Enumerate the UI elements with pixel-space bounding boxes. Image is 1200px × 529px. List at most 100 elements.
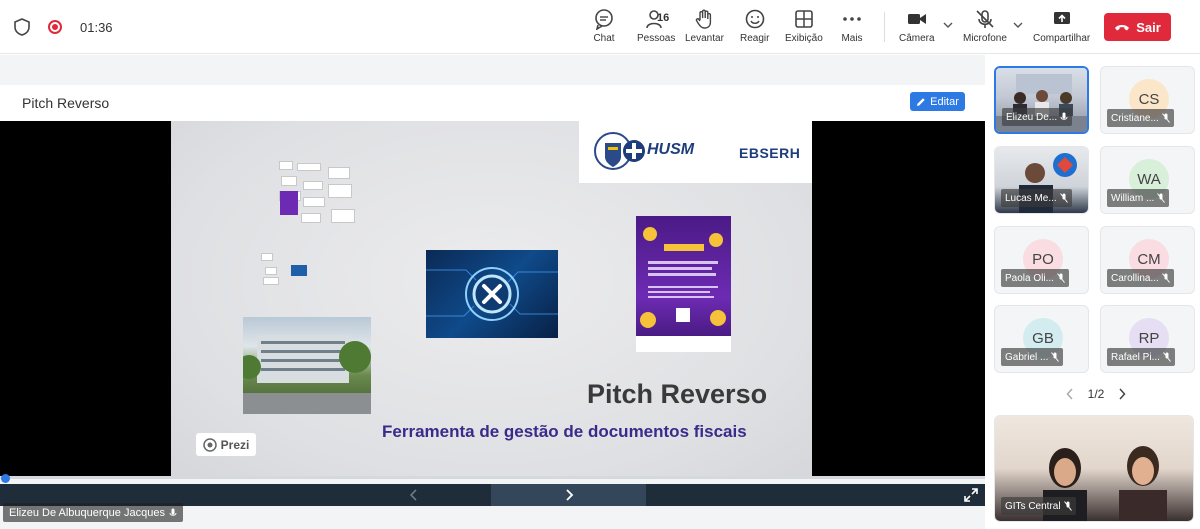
microphone-muted-icon bbox=[1059, 193, 1068, 203]
overview-thumbnail bbox=[301, 213, 321, 223]
overview-thumbnail bbox=[261, 253, 273, 261]
toolbar-divider bbox=[884, 12, 885, 42]
chevron-right-icon bbox=[565, 489, 573, 501]
prezi-badge[interactable]: Prezi bbox=[196, 433, 256, 456]
participant-name-tag: Lucas Me... bbox=[1001, 189, 1072, 207]
microphone-label: Microfone bbox=[963, 33, 1007, 44]
event-poster-image bbox=[636, 216, 731, 352]
chat-button[interactable]: Chat bbox=[593, 8, 615, 44]
participant-name: Lucas Me... bbox=[1005, 192, 1057, 204]
share-label: Compartilhar bbox=[1033, 33, 1091, 44]
participant-name-tag: Rafael Pi... bbox=[1107, 348, 1175, 366]
participant-name-tag: Cristiane... bbox=[1107, 109, 1174, 127]
camera-icon bbox=[907, 14, 926, 24]
edit-button[interactable]: Editar bbox=[910, 92, 965, 111]
participant-name: Carollina... bbox=[1111, 272, 1159, 284]
participant-name: Cristiane... bbox=[1111, 112, 1159, 124]
participant-name: William ... bbox=[1111, 192, 1155, 204]
prezi-slide[interactable]: HUSM EBSERH Pitch Reverso Ferramenta de … bbox=[171, 121, 812, 476]
react-button[interactable]: Reagir bbox=[740, 8, 769, 44]
more-button[interactable]: Mais bbox=[841, 8, 863, 44]
view-button[interactable]: Exibição bbox=[785, 8, 823, 44]
meeting-timer: 01:36 bbox=[80, 19, 113, 35]
react-label: Reagir bbox=[740, 33, 770, 44]
edit-label: Editar bbox=[930, 95, 959, 108]
overview-thumbnail bbox=[328, 184, 352, 198]
active-speaker-name: Elizeu De Albuquerque Jacques bbox=[9, 506, 165, 519]
people-count-badge: 16 bbox=[657, 12, 670, 24]
camera-button[interactable]: Câmera bbox=[899, 8, 935, 44]
share-button[interactable]: Compartilhar bbox=[1033, 8, 1090, 44]
overview-thumbnail bbox=[303, 197, 325, 207]
hospital-building-image bbox=[237, 317, 371, 414]
participant-tile[interactable]: WA William ... bbox=[1100, 146, 1195, 214]
leave-button[interactable]: Sair bbox=[1104, 13, 1171, 41]
overview-thumbnail bbox=[303, 181, 323, 190]
participant-tile[interactable]: RP Rafael Pi... bbox=[1100, 305, 1195, 373]
participant-tile[interactable]: PO Paola Oli... bbox=[994, 226, 1089, 294]
more-dots-icon bbox=[843, 17, 861, 21]
participant-tile[interactable]: Elizeu De... bbox=[994, 66, 1089, 134]
people-label: Pessoas bbox=[637, 33, 676, 44]
participant-tile[interactable]: CM Carollina... bbox=[1100, 226, 1195, 294]
participant-tile[interactable]: Lucas Me... bbox=[994, 146, 1089, 214]
participant-name: Elizeu De... bbox=[1006, 111, 1058, 123]
active-speaker-tag: Elizeu De Albuquerque Jacques bbox=[3, 503, 183, 522]
toolbar-left: 01:36 bbox=[14, 0, 113, 54]
raise-hand-button[interactable]: Levantar bbox=[685, 8, 724, 44]
participant-name: Rafael Pi... bbox=[1111, 351, 1160, 363]
participant-name: Gabriel ... bbox=[1005, 351, 1049, 363]
self-video-tile[interactable]: GITs Central bbox=[994, 415, 1194, 522]
overview-thumbnail bbox=[281, 176, 297, 186]
view-label: Exibição bbox=[785, 33, 823, 44]
slide-subtitle: Ferramenta de gestão de documentos fisca… bbox=[382, 422, 747, 441]
participant-tile[interactable]: CS Cristiane... bbox=[1100, 66, 1195, 134]
chat-icon bbox=[595, 9, 613, 30]
presentation-progress-track[interactable] bbox=[0, 476, 985, 479]
microphone-muted-icon bbox=[1157, 193, 1166, 203]
shield-icon[interactable] bbox=[14, 18, 30, 36]
chevron-right-icon[interactable] bbox=[1118, 388, 1126, 400]
previous-step-button[interactable] bbox=[336, 484, 491, 506]
participant-name-tag: Carollina... bbox=[1107, 269, 1174, 287]
prezi-label: Prezi bbox=[220, 437, 250, 452]
people-button[interactable]: 16 Pessoas bbox=[637, 8, 675, 44]
meeting-toolbar: 01:36 Chat 16 Pessoas Levantar Reagir Ex… bbox=[0, 0, 1200, 54]
hand-icon bbox=[696, 9, 712, 29]
camera-label: Câmera bbox=[899, 33, 935, 44]
microphone-muted-icon bbox=[1063, 501, 1072, 511]
overview-thumbnail bbox=[265, 267, 277, 275]
share-screen-icon bbox=[1053, 12, 1070, 24]
presentation-header: Pitch Reverso Editar bbox=[0, 85, 985, 121]
chevron-left-icon[interactable] bbox=[1066, 388, 1074, 400]
participants-pager: 1/2 bbox=[1066, 386, 1126, 402]
circuit-tools-image bbox=[426, 250, 558, 338]
participants-page-indicator: 1/2 bbox=[1087, 387, 1105, 401]
participant-name: Paola Oli... bbox=[1005, 272, 1054, 284]
ebserh-logo-text: EBSERH bbox=[739, 145, 801, 161]
next-step-button[interactable] bbox=[491, 484, 646, 506]
raise-hand-label: Levantar bbox=[685, 33, 724, 44]
microphone-options-chevron-icon[interactable] bbox=[1013, 20, 1023, 30]
chat-label: Chat bbox=[593, 33, 615, 44]
overview-thumbnail bbox=[297, 163, 321, 171]
fullscreen-icon[interactable] bbox=[964, 488, 978, 502]
overview-poster-thumbnail bbox=[280, 191, 298, 215]
logos-banner: HUSM EBSERH bbox=[579, 121, 812, 183]
overview-thumbnail bbox=[328, 167, 350, 179]
grid-icon bbox=[795, 10, 813, 28]
overview-thumbnail bbox=[279, 161, 293, 170]
overview-thumbnail bbox=[291, 265, 307, 276]
smiley-icon bbox=[745, 9, 765, 29]
camera-options-chevron-icon[interactable] bbox=[943, 20, 953, 30]
microphone-button[interactable]: Microfone bbox=[963, 8, 1007, 44]
building-photo-icon bbox=[237, 335, 371, 414]
microphone-muted-icon bbox=[1163, 352, 1171, 362]
husm-logo-text: HUSM bbox=[647, 141, 695, 158]
microphone-muted-icon bbox=[976, 10, 994, 28]
presentation-stage[interactable]: HUSM EBSERH Pitch Reverso Ferramenta de … bbox=[0, 121, 985, 476]
presentation-progress-handle[interactable] bbox=[1, 474, 10, 483]
microphone-icon bbox=[1060, 112, 1068, 120]
participant-tile[interactable]: GB Gabriel ... bbox=[994, 305, 1089, 373]
microphone-muted-icon bbox=[1161, 113, 1170, 123]
